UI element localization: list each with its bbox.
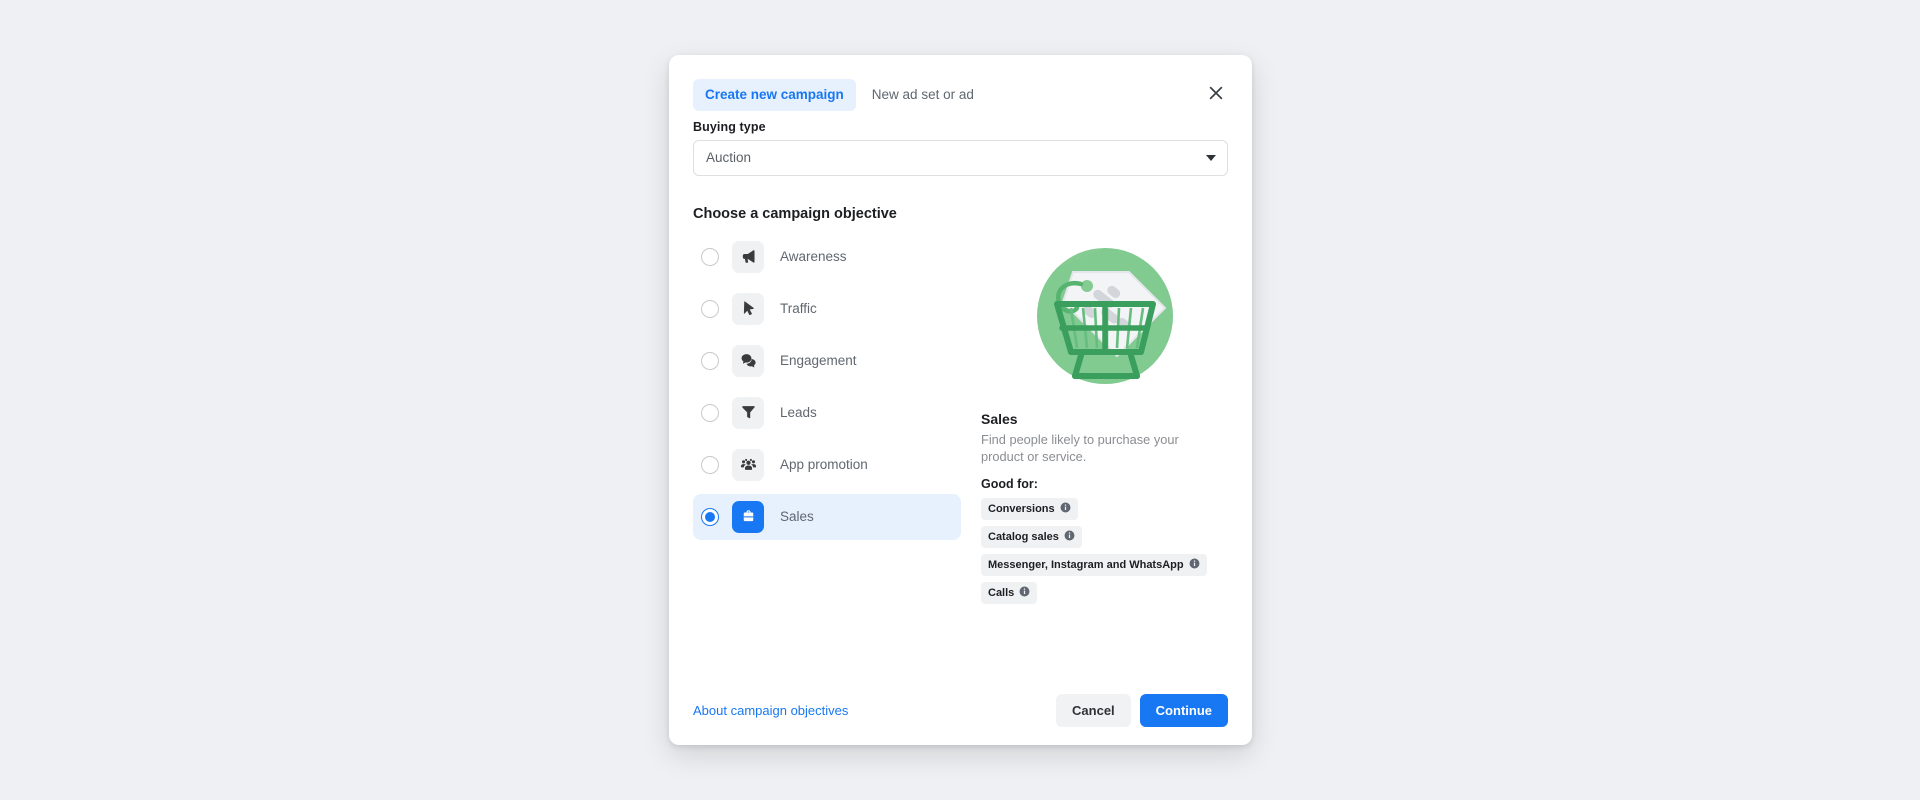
objective-row-sales[interactable]: Sales [693, 494, 961, 540]
close-button[interactable] [1202, 81, 1230, 109]
radio-engagement[interactable] [701, 352, 719, 370]
close-icon [1209, 86, 1223, 105]
radio-sales[interactable] [701, 508, 719, 526]
cursor-icon [732, 293, 764, 325]
buying-type-label: Buying type [693, 120, 1228, 134]
objective-label-app-promotion: App promotion [780, 457, 868, 472]
objective-label-traffic: Traffic [780, 301, 817, 316]
radio-leads[interactable] [701, 404, 719, 422]
chat-bubbles-icon [732, 345, 764, 377]
dialog-footer: About campaign objectives Cancel Continu… [669, 675, 1252, 745]
radio-awareness[interactable] [701, 248, 719, 266]
good-for-badges: Conversions Catalog sales [981, 498, 1228, 604]
footer-actions: Cancel Continue [1056, 694, 1228, 727]
objective-label-awareness: Awareness [780, 249, 847, 264]
tab-create-new-campaign[interactable]: Create new campaign [693, 79, 856, 111]
detail-title: Sales [981, 411, 1228, 427]
badge-label-calls: Calls [988, 587, 1014, 599]
continue-button[interactable]: Continue [1140, 694, 1228, 727]
badge-calls: Calls [981, 582, 1037, 604]
badge-label-messenger-instagram-whatsapp: Messenger, Instagram and WhatsApp [988, 559, 1184, 571]
objective-detail-panel: Sales Find people likely to purchase you… [981, 234, 1228, 604]
dialog-body: Buying type Auction Choose a campaign ob… [669, 111, 1252, 676]
good-for-label: Good for: [981, 477, 1228, 491]
dialog-header: Create new campaign New ad set or ad [669, 55, 1252, 111]
radio-app-promotion[interactable] [701, 456, 719, 474]
radio-traffic[interactable] [701, 300, 719, 318]
objective-label-leads: Leads [780, 405, 817, 420]
shopping-cart-price-tag-illustration [1025, 236, 1185, 401]
shopping-bag-icon [732, 501, 764, 533]
info-icon[interactable] [1060, 502, 1071, 516]
objective-label-engagement: Engagement [780, 353, 857, 368]
info-icon[interactable] [1064, 530, 1075, 544]
people-group-icon [732, 449, 764, 481]
buying-type-select-wrap: Auction [693, 140, 1228, 176]
funnel-icon [732, 397, 764, 429]
objective-row-awareness[interactable]: Awareness [693, 234, 961, 280]
badge-catalog-sales: Catalog sales [981, 526, 1082, 548]
detail-description: Find people likely to purchase your prod… [981, 431, 1196, 466]
info-icon[interactable] [1019, 586, 1030, 600]
objective-label-sales: Sales [780, 509, 814, 524]
objective-row-app-promotion[interactable]: App promotion [693, 442, 961, 488]
objective-row-engagement[interactable]: Engagement [693, 338, 961, 384]
badge-label-catalog-sales: Catalog sales [988, 531, 1059, 543]
buying-type-select[interactable]: Auction [693, 140, 1228, 176]
badge-conversions: Conversions [981, 498, 1078, 520]
megaphone-icon [732, 241, 764, 273]
badge-messenger-instagram-whatsapp: Messenger, Instagram and WhatsApp [981, 554, 1207, 576]
objective-row-traffic[interactable]: Traffic [693, 286, 961, 332]
tab-new-ad-set-or-ad[interactable]: New ad set or ad [860, 79, 986, 111]
about-campaign-objectives-link[interactable]: About campaign objectives [693, 703, 848, 718]
objective-list: Awareness Traffic [693, 234, 961, 546]
dialog-tabs: Create new campaign New ad set or ad [693, 79, 1228, 111]
illustration-container [981, 236, 1228, 401]
create-campaign-dialog: Create new campaign New ad set or ad Buy… [669, 55, 1252, 745]
badge-label-conversions: Conversions [988, 503, 1055, 515]
objective-columns: Awareness Traffic [693, 234, 1228, 604]
campaign-objective-heading: Choose a campaign objective [693, 206, 1228, 222]
info-icon[interactable] [1189, 558, 1200, 572]
objective-row-leads[interactable]: Leads [693, 390, 961, 436]
cancel-button[interactable]: Cancel [1056, 694, 1131, 727]
buying-type-value: Auction [706, 150, 751, 165]
